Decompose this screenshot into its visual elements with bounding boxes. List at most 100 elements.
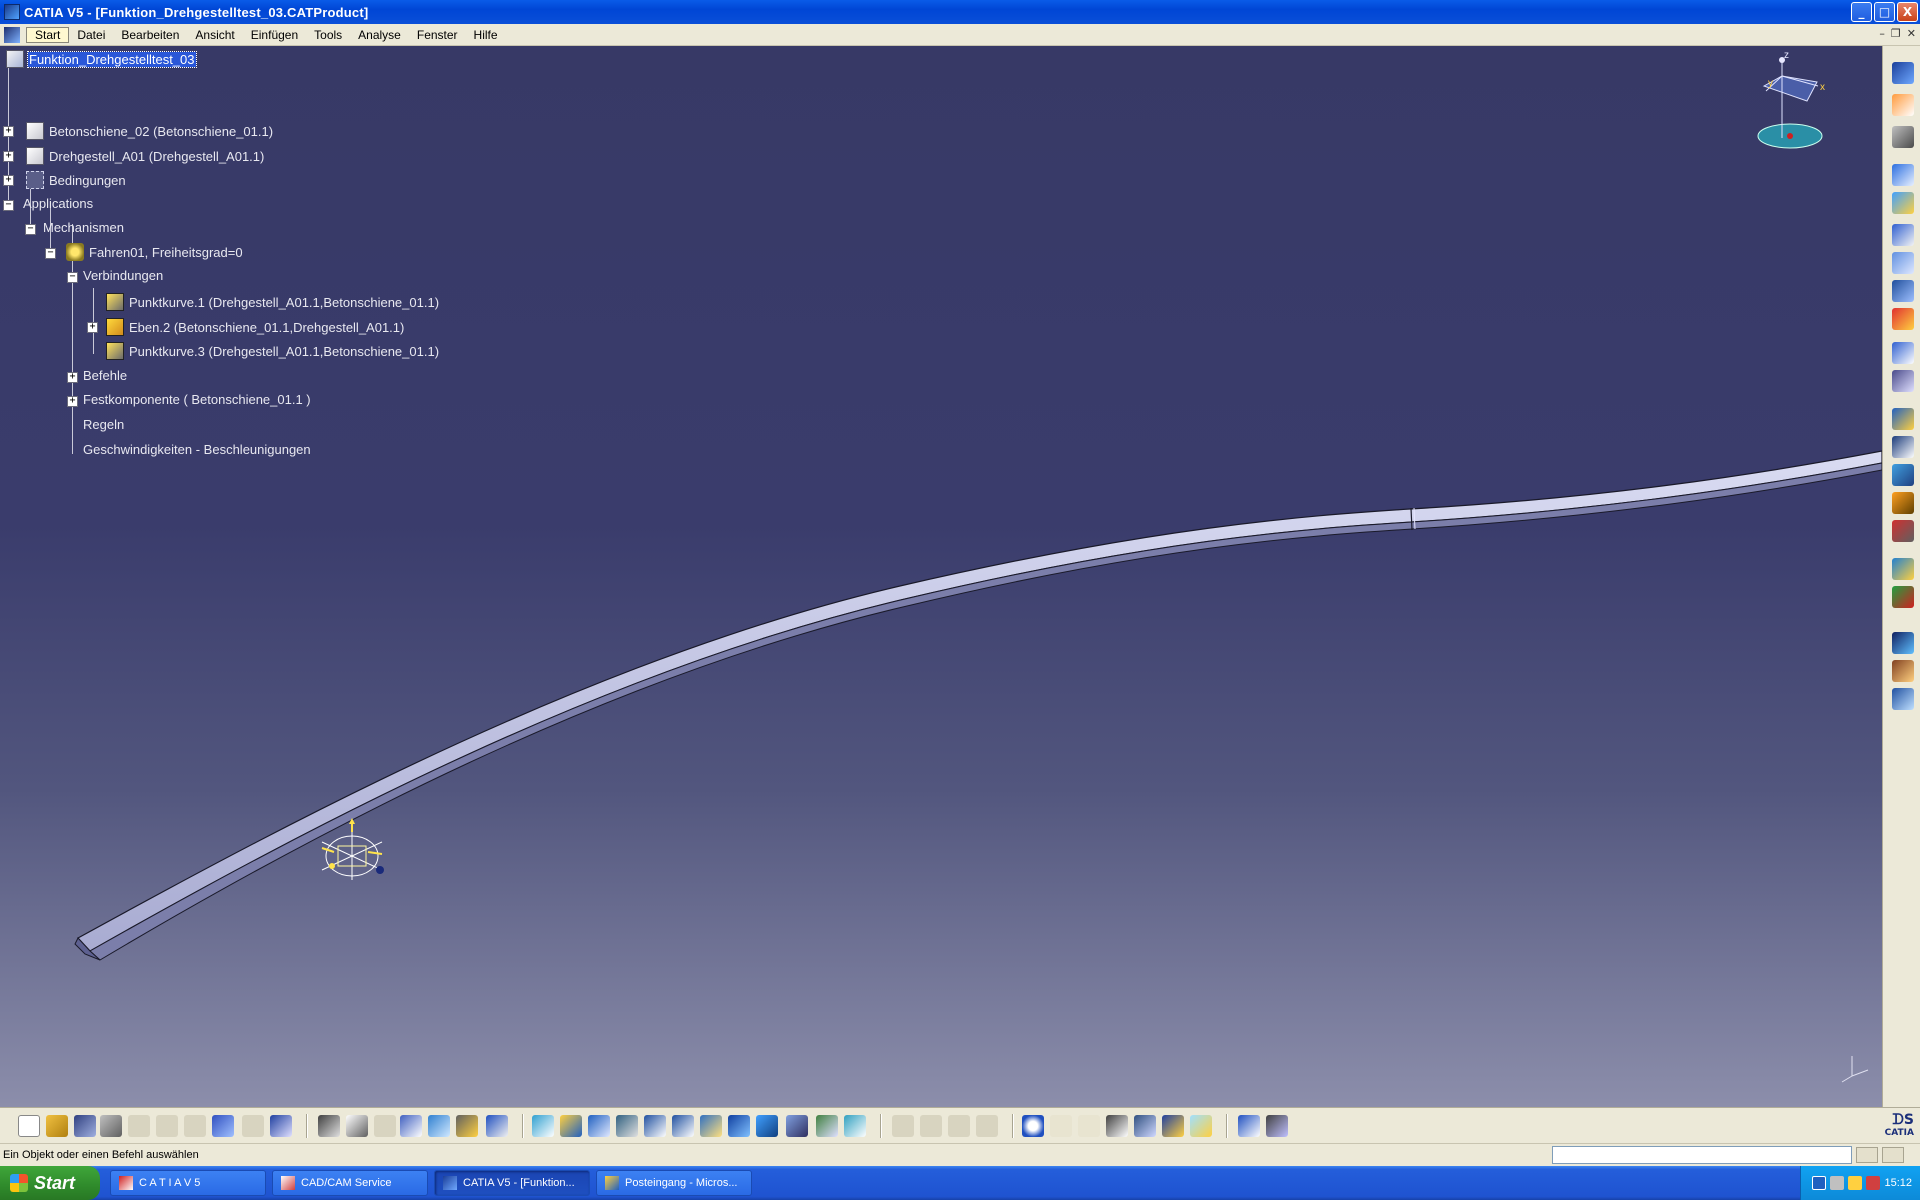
collapse-mechanism1-icon[interactable]: − xyxy=(45,248,56,259)
replay-icon[interactable] xyxy=(1892,370,1914,392)
tree-item-applications[interactable]: Applications xyxy=(22,196,94,211)
menu-bearbeiten[interactable]: Bearbeiten xyxy=(113,28,187,42)
comment-icon[interactable] xyxy=(346,1115,368,1137)
catalog-icon[interactable] xyxy=(1892,660,1914,682)
trace-icon[interactable] xyxy=(1892,586,1914,608)
command-stop-icon[interactable] xyxy=(1882,1147,1904,1163)
open-folder-icon[interactable] xyxy=(46,1115,68,1137)
doc-restore-icon[interactable]: ❐ xyxy=(1891,27,1901,40)
menu-analyse[interactable]: Analyse xyxy=(350,28,409,42)
redo-icon[interactable] xyxy=(242,1115,264,1137)
tree-item-betonschiene[interactable]: Betonschiene_02 (Betonschiene_01.1) xyxy=(26,122,274,140)
close-button[interactable]: X xyxy=(1897,2,1918,22)
collapse-joints-icon[interactable]: − xyxy=(67,272,78,283)
joint-assembly-icon[interactable] xyxy=(1892,280,1914,302)
task-cadcam-service[interactable]: CAD/CAM Service xyxy=(272,1170,428,1196)
fix-icon[interactable] xyxy=(1892,224,1914,246)
tree-item-mechanismen[interactable]: Mechanismen xyxy=(42,220,125,235)
spiral-icon[interactable] xyxy=(1892,632,1914,654)
tray-app-icon[interactable] xyxy=(1848,1176,1863,1190)
menu-hilfe[interactable]: Hilfe xyxy=(466,28,506,42)
simulation-icon[interactable] xyxy=(1892,342,1914,364)
target-icon[interactable] xyxy=(1022,1115,1044,1137)
menu-fenster[interactable]: Fenster xyxy=(409,28,466,42)
clash-icon[interactable] xyxy=(1892,464,1914,486)
iso-view-icon[interactable] xyxy=(756,1115,778,1137)
mechanism-analysis-icon[interactable] xyxy=(1892,558,1914,580)
compass-navigator[interactable]: z x y xyxy=(1742,46,1842,156)
magnifier-icon[interactable] xyxy=(1106,1115,1128,1137)
sim-record-icon[interactable] xyxy=(976,1115,998,1137)
expand-product1-icon[interactable]: + xyxy=(3,126,14,137)
fly-mode-icon[interactable] xyxy=(532,1115,554,1137)
prismatic-joint-icon[interactable] xyxy=(1892,192,1914,214)
menu-datei[interactable]: Datei xyxy=(69,28,113,42)
menu-tools[interactable]: Tools xyxy=(306,28,350,42)
swept-volume-icon[interactable] xyxy=(1892,492,1914,514)
expand-joint2-icon[interactable]: + xyxy=(87,322,98,333)
sensors-icon[interactable] xyxy=(1266,1115,1288,1137)
paste-icon[interactable] xyxy=(184,1115,206,1137)
cut-icon[interactable] xyxy=(128,1115,150,1137)
table-icon[interactable] xyxy=(400,1115,422,1137)
product-structure-icon[interactable] xyxy=(428,1115,450,1137)
select-arrow-icon[interactable] xyxy=(1892,94,1914,116)
doc-close-icon[interactable]: ✕ xyxy=(1907,27,1916,40)
zoom-out-icon[interactable] xyxy=(672,1115,694,1137)
tree-root-label[interactable]: Funktion_Drehgestelltest_03 xyxy=(27,50,197,68)
whats-this-icon[interactable] xyxy=(270,1115,292,1137)
command-history-icon[interactable] xyxy=(1856,1147,1878,1163)
tree-item-punktkurve-3[interactable]: Punktkurve.3 (Drehgestell_A01.1,Betonsch… xyxy=(106,342,440,360)
view-toggle-icon[interactable] xyxy=(486,1115,508,1137)
new-file-icon[interactable] xyxy=(18,1115,40,1137)
task-outlook[interactable]: Posteingang - Micros... xyxy=(596,1170,752,1196)
tree-item-punktkurve-1[interactable]: Punktkurve.1 (Drehgestell_A01.1,Betonsch… xyxy=(106,293,440,311)
measure-icon[interactable] xyxy=(1134,1115,1156,1137)
tray-chevron-icon[interactable] xyxy=(1812,1176,1827,1190)
sim-step-icon[interactable] xyxy=(948,1115,970,1137)
security-icon[interactable] xyxy=(1866,1176,1881,1190)
sim-forward-icon[interactable] xyxy=(920,1115,942,1137)
anchor-icon[interactable] xyxy=(1892,252,1914,274)
tree-item-bedingungen[interactable]: Bedingungen xyxy=(26,171,127,189)
normal-view-icon[interactable] xyxy=(700,1115,722,1137)
shading-icon[interactable] xyxy=(786,1115,808,1137)
knowledge-icon[interactable] xyxy=(374,1115,396,1137)
expand-fixed-icon[interactable]: + xyxy=(67,396,78,407)
print-icon[interactable] xyxy=(100,1115,122,1137)
tree-item-festkomponente[interactable]: Festkomponente ( Betonschiene_01.1 ) xyxy=(82,392,312,407)
zoom-in-icon[interactable] xyxy=(644,1115,666,1137)
menu-ansicht[interactable]: Ansicht xyxy=(187,28,242,42)
tools-icon[interactable] xyxy=(1892,520,1914,542)
network-icon[interactable] xyxy=(1830,1176,1845,1190)
expand-constraints-icon[interactable]: + xyxy=(3,175,14,186)
revolute-joint-icon[interactable] xyxy=(1892,164,1914,186)
collapse-applications-icon[interactable]: − xyxy=(3,200,14,211)
catia-app-icon[interactable] xyxy=(4,4,20,20)
menu-start[interactable]: Start xyxy=(26,26,70,43)
workbench-icon[interactable] xyxy=(1892,62,1914,84)
document-icon[interactable] xyxy=(4,26,20,43)
collapse-mechanisms-icon[interactable]: − xyxy=(25,224,36,235)
tree-root[interactable]: Funktion_Drehgestelltest_03 xyxy=(6,50,197,68)
tree-item-eben-2[interactable]: Eben.2 (Betonschiene_01.1,Drehgestell_A0… xyxy=(106,318,405,336)
save-icon[interactable] xyxy=(74,1115,96,1137)
menu-einfuegen[interactable]: Einfügen xyxy=(243,28,306,42)
tree-item-befehle[interactable]: Befehle xyxy=(82,368,128,383)
swap-visible-space-icon[interactable] xyxy=(844,1115,866,1137)
sim-rewind-icon[interactable] xyxy=(892,1115,914,1137)
kinematics-icon[interactable] xyxy=(1892,688,1914,710)
command-input[interactable] xyxy=(1552,1146,1852,1164)
tree-item-geschwindigkeiten[interactable]: Geschwindigkeiten - Beschleunigungen xyxy=(82,442,312,457)
tree-item-regeln[interactable]: Regeln xyxy=(82,417,125,432)
speed-analysis-icon[interactable] xyxy=(1892,436,1914,458)
3d-viewport[interactable]: Funktion_Drehgestelltest_03 + Betonschie… xyxy=(0,46,1882,1107)
distance-icon[interactable] xyxy=(1238,1115,1260,1137)
rotate-icon[interactable] xyxy=(616,1115,638,1137)
maximize-button[interactable]: □ xyxy=(1874,2,1895,22)
clearance-icon[interactable] xyxy=(1190,1115,1212,1137)
first-frame-icon[interactable] xyxy=(1050,1115,1072,1137)
law-icon[interactable] xyxy=(1892,308,1914,330)
tree-item-fahren01[interactable]: Fahren01, Freiheitsgrad=0 xyxy=(66,243,244,261)
last-frame-icon[interactable] xyxy=(1078,1115,1100,1137)
